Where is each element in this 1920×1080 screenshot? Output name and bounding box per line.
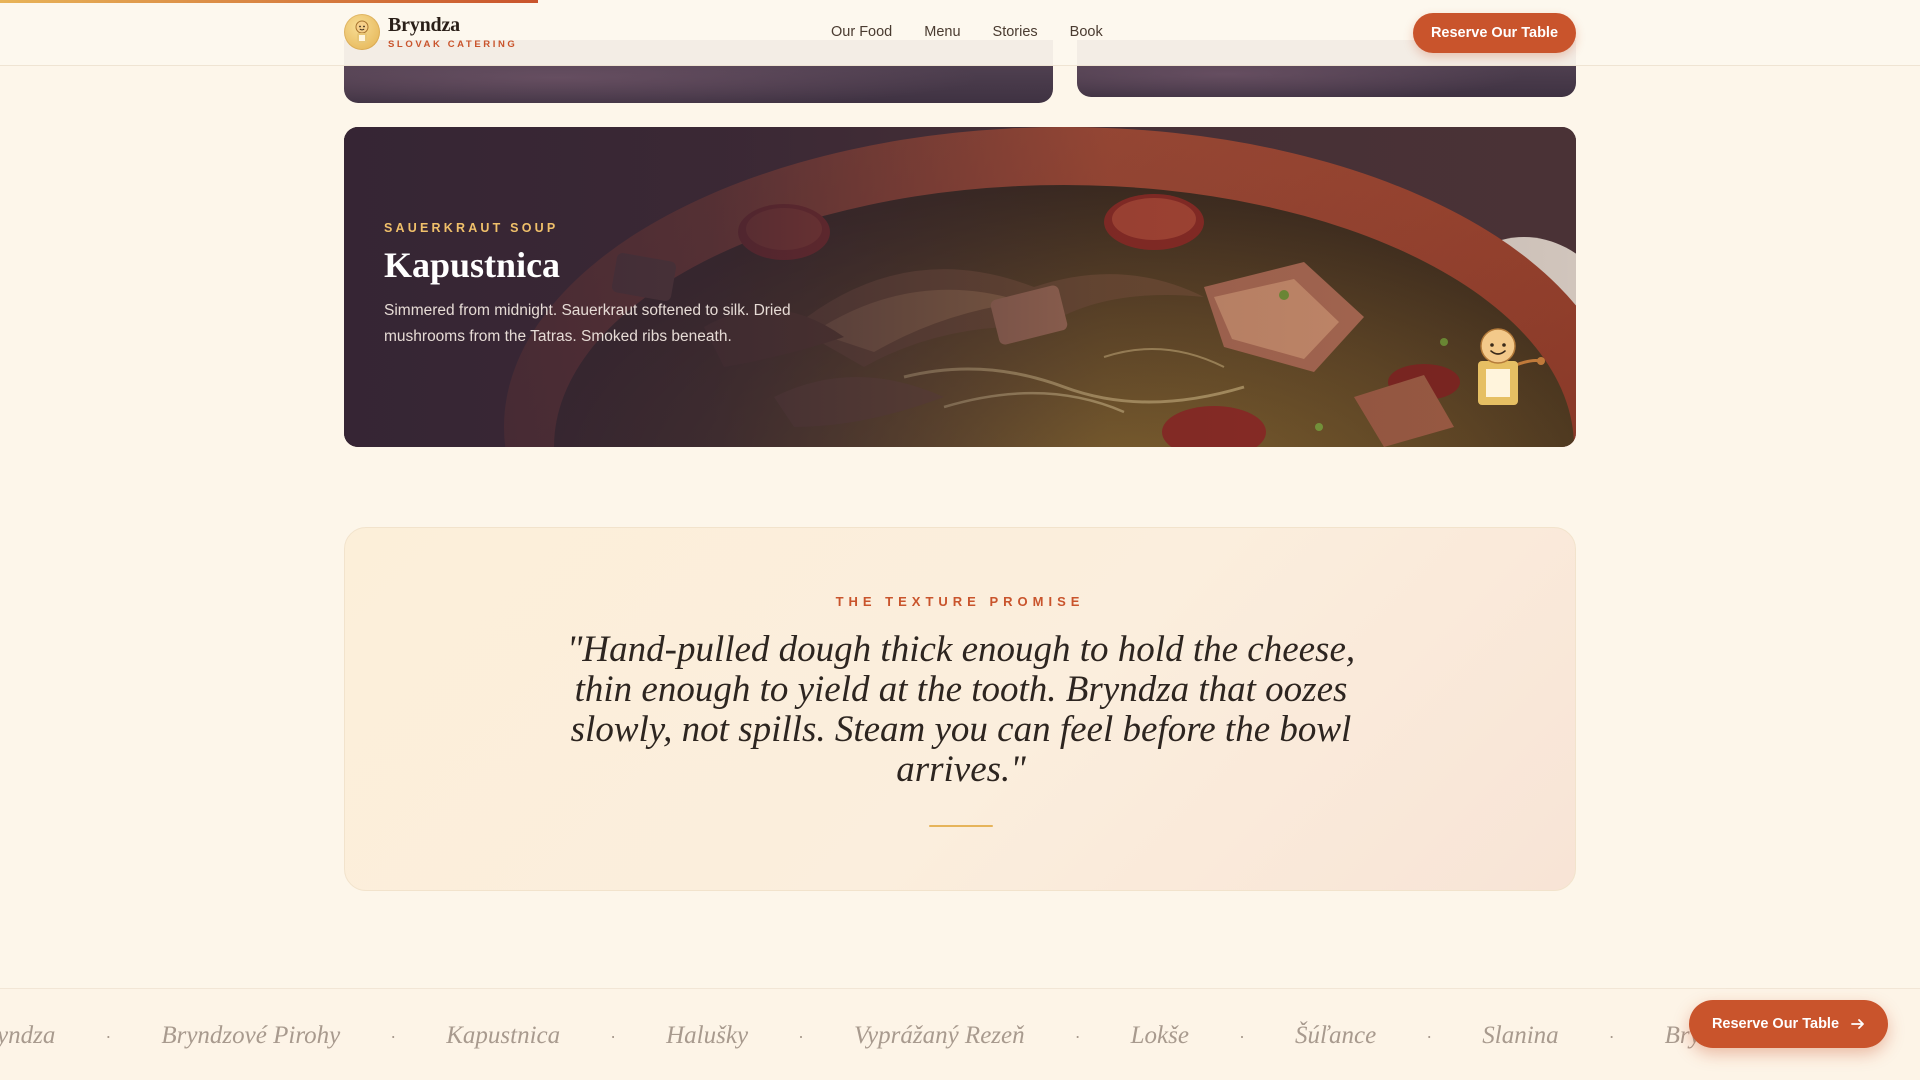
promise-divider [929, 825, 993, 827]
site-header: Bryndza SLOVAK CATERING Our Food Menu St… [0, 0, 1920, 66]
feature-description: Simmered from midnight. Sauerkraut softe… [384, 302, 791, 345]
marquee-item: Bryndza [0, 1022, 56, 1049]
brand-tagline: SLOVAK CATERING [388, 38, 518, 50]
marquee-separator: · [798, 1025, 805, 1046]
feature-title: Kapustnica [384, 245, 561, 285]
nav-link-stories[interactable]: Stories [993, 24, 1038, 40]
brand[interactable]: Bryndza SLOVAK CATERING [344, 14, 517, 50]
reserve-table-button[interactable]: Reserve Our Table [1413, 13, 1576, 53]
chef-mascot-icon [344, 14, 380, 50]
marquee-separator: · [1608, 1025, 1615, 1046]
nav-link-our-food[interactable]: Our Food [831, 24, 892, 40]
marquee-item: Vyprážaný Rezeň [854, 1022, 1025, 1049]
marquee-separator: · [1074, 1025, 1081, 1046]
marquee-item: Lokše [1130, 1022, 1189, 1049]
marquee-separator: · [390, 1025, 397, 1046]
nav-link-book[interactable]: Book [1070, 24, 1103, 40]
marquee-item: Šúľance [1294, 1022, 1377, 1049]
dish-marquee: Bryndza · Bryndzové Pirohy · Kapustnica … [0, 988, 1920, 1080]
floating-reserve-button[interactable]: Reserve Our Table [1689, 1000, 1888, 1048]
arrow-right-icon [1851, 1019, 1864, 1029]
scroll-progress-bar [0, 0, 1920, 3]
feature-card-kapustnica[interactable]: SAUERKRAUT SOUP Kapustnica Simmered from… [344, 127, 1576, 447]
marquee-track: Bryndza · Bryndzové Pirohy · Kapustnica … [0, 1022, 1748, 1050]
main-nav: Our Food Menu Stories Book [831, 24, 1103, 40]
brand-name: Bryndza [388, 13, 460, 36]
texture-promise-section: THE TEXTURE PROMISE "Hand-pulled dough t… [344, 527, 1576, 891]
marquee-separator: · [105, 1025, 112, 1046]
scroll-progress-fill [0, 0, 538, 3]
marquee-separator: · [610, 1025, 617, 1046]
feature-eyebrow: SAUERKRAUT SOUP [384, 221, 559, 235]
promise-quote: "Hand-pulled dough thick enough to hold … [566, 629, 1356, 790]
marquee-separator: · [1238, 1025, 1245, 1046]
marquee-item: Kapustnica [446, 1022, 561, 1049]
chef-mascot-icon [1478, 328, 1545, 405]
marquee-item: Halušky [666, 1022, 749, 1049]
floating-reserve-label: Reserve Our Table [1711, 1016, 1840, 1032]
promise-eyebrow: THE TEXTURE PROMISE [835, 594, 1085, 609]
marquee-item: Bryndzové Pirohy [161, 1022, 341, 1049]
marquee-separator: · [1426, 1025, 1433, 1046]
marquee-item: Slanina [1482, 1022, 1559, 1049]
nav-link-menu[interactable]: Menu [924, 24, 960, 40]
